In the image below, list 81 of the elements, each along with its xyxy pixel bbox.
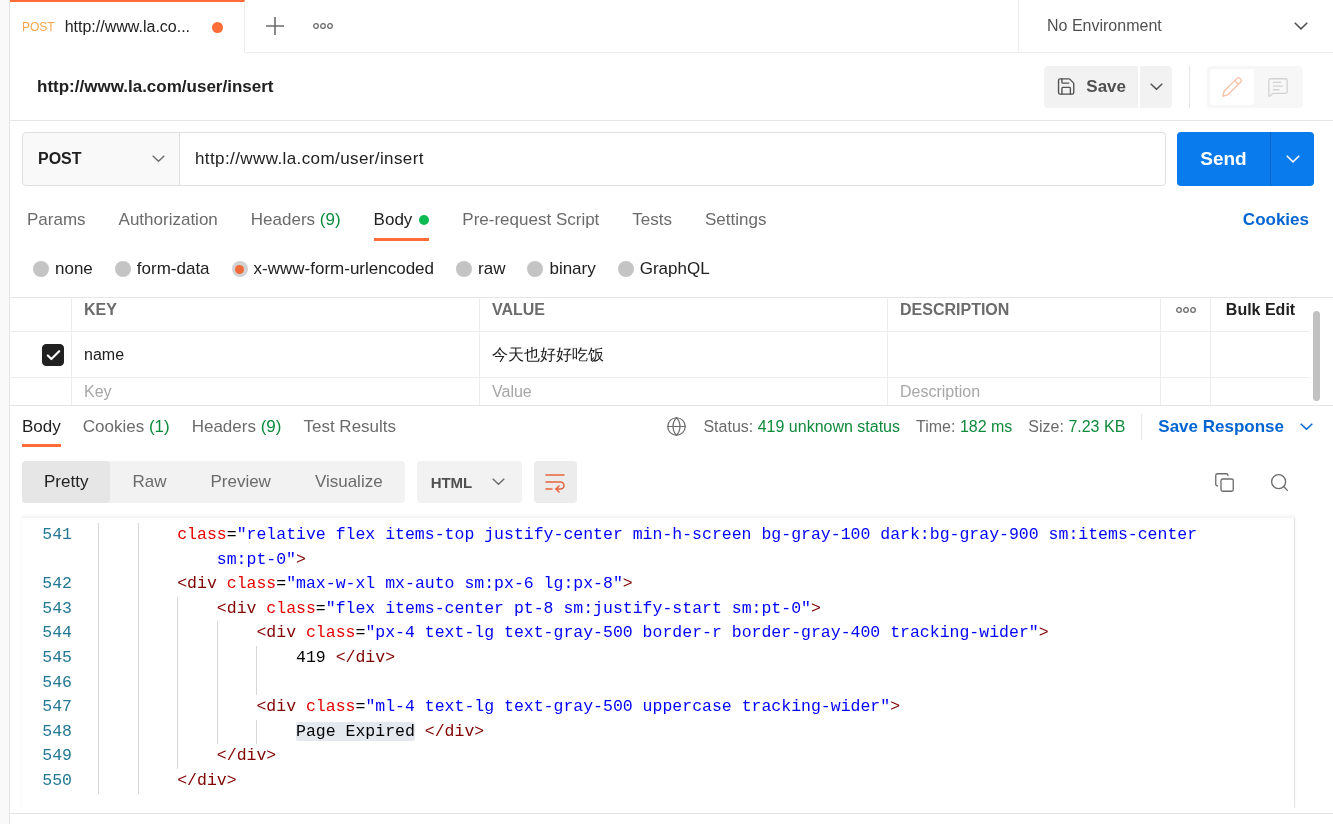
request-section-tab[interactable]: Pre-request Script [462, 199, 600, 241]
view-mode-tab[interactable]: Visualize [292, 461, 405, 503]
code-line: <div class="ml-4 text-lg text-gray-500 uppercase tracking-wider"> [256, 696, 901, 719]
line-number: 546 [42, 672, 72, 692]
line-number: 541 [42, 525, 72, 544]
view-mode-tab[interactable]: Raw [110, 461, 189, 503]
request-section-tab[interactable]: Headers (9) [250, 199, 341, 241]
code-line: </div> [216, 745, 277, 768]
request-title: http://www.la.com/user/insert [37, 76, 274, 97]
line-number: 542 [42, 574, 72, 594]
scrollbar-thumb[interactable] [1313, 311, 1320, 401]
chevron-down-icon [152, 155, 165, 163]
request-section-tab[interactable]: Body [373, 199, 430, 241]
time-text: Time: 182 ms [916, 417, 1013, 436]
line-number: 550 [42, 770, 72, 790]
save-response-button[interactable]: Save Response [1158, 416, 1313, 437]
response-tab[interactable]: Test Results [303, 406, 397, 447]
chevron-down-icon [1285, 155, 1300, 163]
save-button[interactable]: Save [1044, 65, 1138, 108]
table-cell-text: name [83, 345, 126, 365]
bulk-edit-button[interactable]: Bulk Edit [1225, 301, 1296, 319]
line-number: 549 [42, 746, 72, 766]
line-number: 547 [42, 697, 72, 717]
more-icon[interactable] [313, 23, 333, 29]
view-mode-tab[interactable]: Preview [188, 461, 293, 503]
radio-option[interactable]: raw [456, 259, 506, 279]
request-section-tab[interactable]: Params [27, 199, 86, 241]
table-cell-text: 今天也好好吃饭 [491, 344, 605, 365]
more-icon[interactable] [1176, 307, 1196, 313]
value-field[interactable]: Value [480, 378, 888, 405]
save-icon [1056, 76, 1077, 97]
url-field[interactable]: http://www.la.com/user/insert [180, 132, 1166, 186]
code-line: <div class="max-w-xl mx-auto sm:px-6 lg:px-8"> [177, 573, 633, 596]
language-select[interactable]: HTML [416, 461, 522, 503]
column-header: VALUE [491, 300, 547, 320]
line-number: 545 [42, 647, 72, 667]
description-field[interactable]: Description [888, 378, 1161, 405]
method-select[interactable]: POST [22, 132, 180, 186]
request-section-tab[interactable]: Authorization [118, 199, 218, 241]
comment-icon [1267, 75, 1289, 98]
request-section-tab[interactable]: Settings [705, 199, 767, 241]
chevron-down-icon [1149, 82, 1163, 91]
copy-icon[interactable] [1214, 471, 1235, 493]
radio-option[interactable]: GraphQL [617, 259, 710, 279]
plus-icon[interactable] [265, 16, 285, 36]
save-options-button[interactable] [1140, 65, 1172, 108]
line-number: 548 [42, 721, 72, 741]
request-tab[interactable]: POST http://www.la.co... [10, 0, 245, 53]
pencil-icon [1221, 75, 1243, 98]
size-text: Size: 7.23 KB [1028, 417, 1126, 436]
radio-option[interactable]: none [33, 259, 93, 279]
chevron-down-icon [491, 478, 505, 486]
code-line: <div class="px-4 text-lg text-gray-500 border-r border-gray-400 tracking-wider"> [256, 622, 1049, 645]
response-tab[interactable]: Headers (9) [191, 406, 282, 447]
status-text: Status: 419 unknown status [703, 417, 900, 436]
response-tab[interactable]: Body [22, 406, 61, 447]
key-field[interactable]: Key [72, 378, 480, 405]
globe-icon[interactable] [666, 416, 688, 437]
response-tab[interactable]: Cookies (1) [82, 406, 170, 447]
line-number: 544 [42, 623, 72, 643]
code-line: class="relative flex items-top justify-center min-h-screen bg-gray-100 dark:bg-gray-900 sm:items-center sm:pt-0"> [177, 524, 1199, 571]
chevron-down-icon [1294, 22, 1308, 30]
search-icon[interactable] [1269, 471, 1290, 493]
column-header: DESCRIPTION [899, 300, 1011, 320]
line-number: 543 [42, 598, 72, 618]
code-line: 419 </div> [296, 646, 396, 669]
checkbox[interactable] [42, 344, 64, 366]
code-line: <div class="flex items-center pt-8 sm:justify-start sm:pt-0"> [216, 597, 821, 620]
cookies-link[interactable]: Cookies [1242, 210, 1309, 230]
view-mode-tab[interactable]: Pretty [22, 461, 111, 503]
environment-select[interactable]: No Environment [1018, 0, 1333, 53]
send-button[interactable]: Send [1177, 132, 1270, 186]
code-line: Page Expired </div> [296, 720, 485, 743]
radio-option[interactable]: x-www-form-urlencoded [231, 259, 434, 279]
request-section-tab[interactable]: Tests [632, 199, 673, 241]
radio-option[interactable]: form-data [114, 259, 210, 279]
chevron-down-icon [1300, 422, 1313, 431]
code-line: </div> [177, 769, 237, 792]
column-header: KEY [83, 300, 118, 320]
radio-option[interactable]: binary [527, 259, 596, 279]
wrap-lines-button[interactable] [533, 461, 577, 503]
